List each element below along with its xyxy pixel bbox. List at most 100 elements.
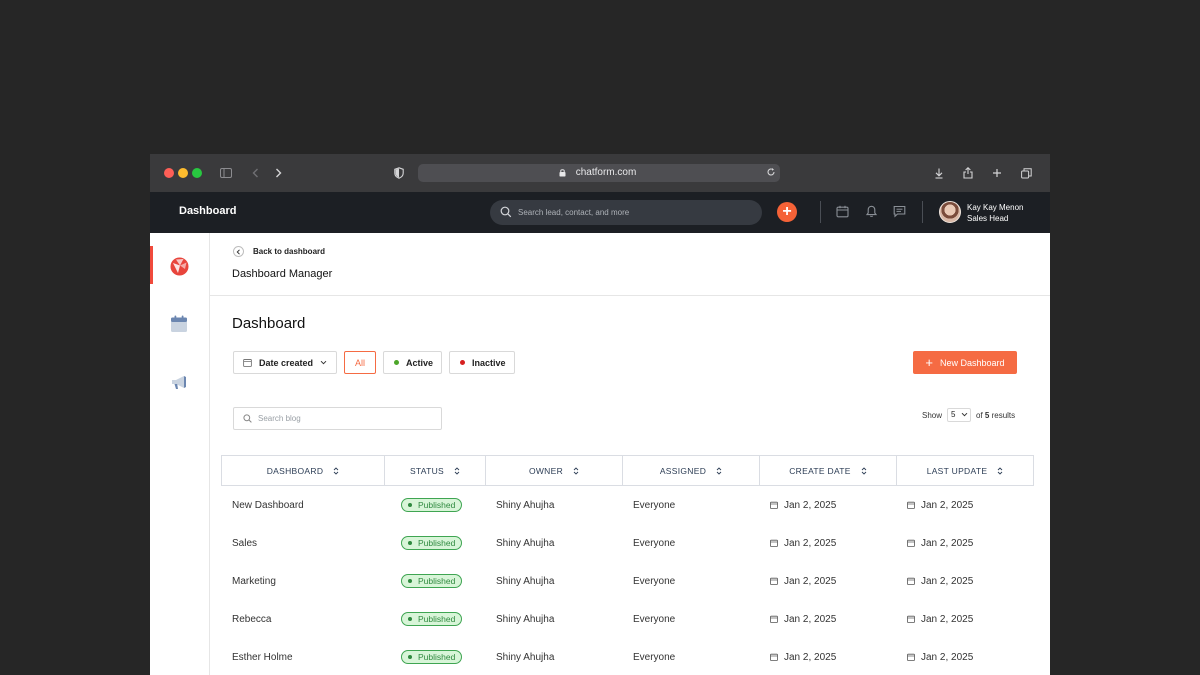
megaphone-icon[interactable]	[169, 372, 190, 393]
calendar-icon	[243, 359, 252, 367]
calendar-icon	[770, 539, 778, 547]
blog-search[interactable]	[233, 407, 442, 430]
calendar-icon[interactable]	[836, 205, 850, 219]
chevron-down-icon	[320, 360, 327, 365]
sort-icon	[333, 466, 339, 475]
date-filter-dropdown[interactable]: Date created	[233, 351, 337, 374]
back-to-dashboard-link[interactable]: Back to dashboard	[253, 247, 325, 256]
table-row[interactable]: Esther Holme Published Shiny Ahujha Ever…	[221, 638, 1034, 675]
last-update-value: Jan 2, 2025	[921, 499, 974, 511]
calendar-icon	[907, 539, 915, 547]
back-button[interactable]	[233, 246, 244, 257]
owner-cell: Shiny Ahujha	[496, 651, 555, 663]
filter-active-label: Active	[406, 357, 434, 368]
browser-toolbar: chatform.com	[150, 154, 1050, 192]
address-bar[interactable]: chatform.com	[418, 164, 780, 182]
download-icon[interactable]	[929, 163, 949, 183]
share-icon[interactable]	[958, 163, 978, 183]
header-divider	[820, 201, 821, 223]
page-size-value: 5	[951, 410, 956, 419]
column-header-create-date[interactable]: CREATE DATE	[760, 456, 897, 485]
dashboards-table: DASHBOARD STATUS OWNER ASSIGNED CREATE D…	[221, 455, 1034, 675]
dashboard-name[interactable]: New Dashboard	[221, 486, 384, 524]
table-row[interactable]: Sales Published Shiny Ahujha Everyone Ja…	[221, 524, 1034, 562]
status-dot	[408, 579, 412, 583]
new-tab-icon[interactable]	[987, 163, 1007, 183]
new-dashboard-button[interactable]: + New Dashboard	[913, 351, 1017, 374]
assigned-cell: Everyone	[633, 575, 676, 587]
create-date-value: Jan 2, 2025	[784, 613, 837, 625]
app-header: Dashboard + Kay Kay Menon Sales Head	[150, 192, 1050, 233]
dashboard-name[interactable]: Rebecca	[221, 600, 384, 638]
create-date-cell: Jan 2, 2025	[759, 600, 896, 638]
status-label: Published	[418, 500, 456, 510]
create-date-cell: Jan 2, 2025	[759, 562, 896, 600]
column-label: OWNER	[528, 465, 564, 476]
shield-icon[interactable]	[389, 163, 409, 183]
page-size-select[interactable]: 5	[947, 408, 971, 422]
column-header-status[interactable]: STATUS	[385, 456, 486, 485]
results-label: results	[991, 411, 1016, 420]
search-icon	[500, 206, 512, 218]
back-arrow-icon[interactable]	[245, 163, 265, 183]
table-row[interactable]: Marketing Published Shiny Ahujha Everyon…	[221, 562, 1034, 600]
column-label: STATUS	[409, 465, 445, 476]
assigned-cell: Everyone	[633, 613, 676, 625]
brand-logo-icon[interactable]	[169, 256, 190, 277]
filter-active-button[interactable]: Active	[383, 351, 442, 374]
new-dashboard-label: New Dashboard	[940, 357, 1005, 368]
close-window-button[interactable]	[164, 168, 174, 178]
create-date-cell: Jan 2, 2025	[759, 486, 896, 524]
calendar-icon	[907, 501, 915, 509]
table-body: New Dashboard Published Shiny Ahujha Eve…	[221, 486, 1034, 675]
last-update-value: Jan 2, 2025	[921, 575, 974, 587]
status-badge: Published	[401, 612, 463, 626]
dashboard-name[interactable]: Marketing	[221, 562, 384, 600]
dashboard-name[interactable]: Sales	[221, 524, 384, 562]
last-update-value: Jan 2, 2025	[921, 651, 974, 663]
calendar-icon[interactable]	[169, 314, 190, 335]
status-cell: Published	[384, 486, 485, 524]
filter-inactive-button[interactable]: Inactive	[449, 351, 515, 374]
status-cell: Published	[384, 638, 485, 675]
global-search-input[interactable]	[518, 200, 754, 225]
sort-icon	[454, 466, 460, 475]
add-button[interactable]: +	[777, 202, 797, 222]
date-filter-label: Date created	[259, 357, 314, 368]
status-badge: Published	[401, 536, 463, 550]
maximize-window-button[interactable]	[192, 168, 202, 178]
status-dot	[408, 541, 412, 545]
global-search[interactable]	[490, 200, 762, 225]
calendar-icon	[907, 653, 915, 661]
sort-icon	[861, 466, 867, 475]
sidebar-toggle-icon[interactable]	[216, 163, 236, 183]
column-header-owner[interactable]: OWNER	[486, 456, 623, 485]
last-update-cell: Jan 2, 2025	[896, 600, 1032, 638]
column-header-assigned[interactable]: ASSIGNED	[623, 456, 760, 485]
reload-icon[interactable]	[766, 167, 776, 177]
bell-icon[interactable]	[865, 205, 879, 219]
table-row[interactable]: New Dashboard Published Shiny Ahujha Eve…	[221, 486, 1034, 524]
column-header-last-update[interactable]: LAST UPDATE	[897, 456, 1033, 485]
inactive-status-dot	[460, 360, 465, 365]
avatar[interactable]	[939, 201, 961, 223]
table-row[interactable]: Rebecca Published Shiny Ahujha Everyone …	[221, 600, 1034, 638]
create-date-cell: Jan 2, 2025	[759, 524, 896, 562]
chat-icon[interactable]	[893, 205, 907, 219]
sort-icon	[997, 466, 1003, 475]
dashboard-name[interactable]: Esther Holme	[221, 638, 384, 675]
tab-overview-icon[interactable]	[1016, 163, 1036, 183]
column-header-dashboard[interactable]: DASHBOARD	[222, 456, 385, 485]
calendar-icon	[770, 501, 778, 509]
calendar-icon	[770, 653, 778, 661]
forward-arrow-icon[interactable]	[268, 163, 288, 183]
user-name: Kay Kay Menon	[967, 203, 1024, 212]
create-date-value: Jan 2, 2025	[784, 499, 837, 511]
filter-inactive-label: Inactive	[472, 357, 506, 368]
filter-all-button[interactable]: All	[344, 351, 376, 374]
sidebar	[150, 233, 210, 675]
status-label: Published	[418, 614, 456, 624]
minimize-window-button[interactable]	[178, 168, 188, 178]
last-update-cell: Jan 2, 2025	[896, 486, 1032, 524]
blog-search-input[interactable]	[258, 408, 438, 429]
